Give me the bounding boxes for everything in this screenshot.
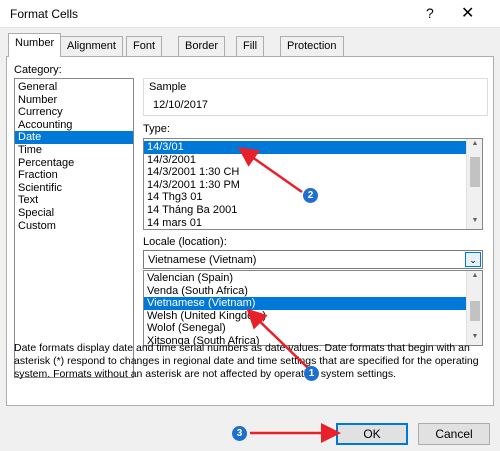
tab-fill[interactable]: Fill (236, 36, 265, 56)
tab-border[interactable]: Border (178, 36, 226, 56)
sample-value: 12/10/2017 (153, 99, 209, 111)
title-bar: Format Cells ? ✕ (0, 0, 500, 28)
type-list-scrollbar[interactable]: ▲ ▼ (466, 139, 482, 229)
locale-list-item[interactable]: Valencian (Spain) (144, 272, 466, 285)
sample-label: Sample (149, 81, 187, 93)
locale-selected-value: Vietnamese (Vietnam) (148, 254, 257, 266)
locale-options-list[interactable]: Valencian (Spain) Venda (South Africa) Vie… (143, 270, 483, 346)
annotation-marker-2: 2 (303, 188, 318, 203)
type-list-item[interactable]: 14/3/2001 1:30 CH (144, 166, 466, 179)
locale-label: Locale (location): (143, 236, 227, 248)
cancel-button[interactable]: Cancel (418, 423, 490, 445)
type-list[interactable]: 14/3/01 14/3/2001 14/3/2001 1:30 CH 14/3/20… (143, 138, 483, 230)
category-list-item[interactable]: Text (15, 194, 133, 207)
category-list-item[interactable]: Currency (15, 106, 133, 119)
scroll-down-icon[interactable]: ▼ (468, 333, 482, 340)
category-list-item[interactable]: Date (15, 131, 133, 144)
type-list-item[interactable]: 14 mars 01 (144, 217, 466, 229)
help-button[interactable]: ? (426, 5, 434, 21)
locale-list-item[interactable]: Vietnamese (Vietnam) (144, 297, 466, 310)
ok-button[interactable]: OK (336, 423, 408, 445)
locale-dropdown[interactable]: Vietnamese (Vietnam) ⌄ (143, 250, 483, 269)
locale-list-scrollbar[interactable]: ▲ ▼ (466, 271, 482, 345)
category-list-item[interactable]: Accounting (15, 119, 133, 132)
annotation-marker-1: 1 (304, 366, 319, 381)
type-list-item[interactable]: 14/3/01 (144, 141, 466, 154)
annotation-marker-3: 3 (232, 426, 247, 441)
category-label: Category: (14, 64, 62, 76)
close-button[interactable]: ✕ (461, 3, 474, 23)
tab-protection[interactable]: Protection (280, 36, 344, 56)
scroll-down-icon[interactable]: ▼ (468, 217, 482, 224)
window-title: Format Cells (10, 7, 79, 21)
category-list-item[interactable]: General (15, 81, 133, 94)
category-list-item[interactable]: Special (15, 207, 133, 220)
category-list-item[interactable]: Scientific (15, 182, 133, 195)
chevron-down-icon[interactable]: ⌄ (465, 252, 481, 267)
format-description: Date formats display date and time seria… (14, 342, 479, 380)
tab-alignment[interactable]: Alignment (60, 36, 123, 56)
type-label: Type: (143, 123, 170, 135)
category-list-item[interactable]: Percentage (15, 157, 133, 170)
locale-list-item[interactable]: Welsh (United Kingdom) (144, 310, 466, 323)
category-list-item[interactable]: Time (15, 144, 133, 157)
scroll-thumb[interactable] (470, 157, 480, 187)
category-list-item[interactable]: Custom (15, 220, 133, 233)
tab-number[interactable]: Number (8, 33, 62, 57)
category-list-item[interactable]: Number (15, 94, 133, 107)
sample-group: Sample 12/10/2017 (143, 78, 488, 116)
tab-font[interactable]: Font (126, 36, 163, 56)
category-list-item[interactable]: Fraction (15, 169, 133, 182)
scroll-up-icon[interactable]: ▲ (468, 140, 482, 147)
scroll-thumb[interactable] (470, 301, 480, 321)
type-list-item[interactable]: 14 Tháng Ba 2001 (144, 204, 466, 217)
locale-list-item[interactable]: Venda (South Africa) (144, 285, 466, 298)
type-list-item[interactable]: 14/3/2001 (144, 154, 466, 167)
locale-list-item[interactable]: Wolof (Senegal) (144, 322, 466, 335)
category-list[interactable]: General Number Currency Accounting Date Time P… (14, 78, 134, 378)
scroll-up-icon[interactable]: ▲ (468, 272, 482, 279)
